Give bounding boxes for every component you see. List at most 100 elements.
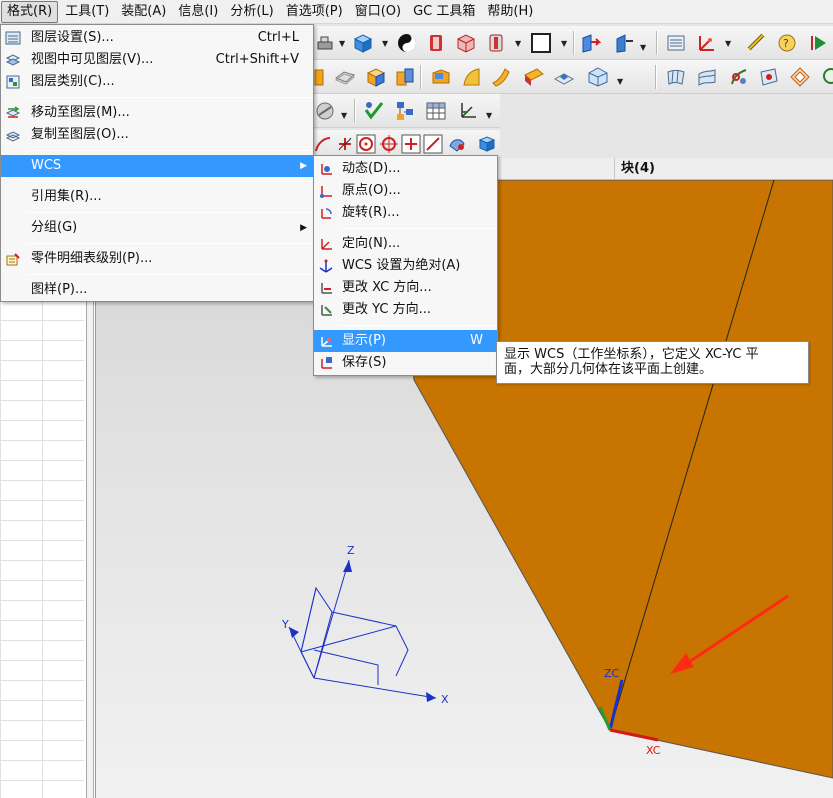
menu-item[interactable]: 零件明细表级别(P)... bbox=[1, 248, 313, 270]
intersection-snap-icon[interactable] bbox=[334, 133, 356, 155]
wcs-save-icon bbox=[318, 355, 334, 371]
dropdown-arrow-icon[interactable]: ▼ bbox=[339, 39, 345, 48]
menubar-item[interactable]: GC 工具箱 bbox=[408, 1, 480, 23]
menu-item[interactable]: 图层类别(C)... bbox=[1, 71, 313, 93]
assembly-constraint-icon[interactable] bbox=[613, 32, 635, 54]
point-snap-icon[interactable] bbox=[400, 133, 422, 155]
menubar-item[interactable]: 分析(L) bbox=[225, 1, 278, 23]
face-snap-icon[interactable] bbox=[446, 133, 468, 155]
menu-item[interactable]: 分组(G) ▶ bbox=[1, 217, 313, 239]
menu-separator bbox=[27, 243, 311, 244]
menubar-item[interactable]: 首选项(P) bbox=[281, 1, 348, 23]
render-solid-icon[interactable] bbox=[425, 32, 447, 54]
extrude-icon[interactable] bbox=[312, 66, 334, 88]
face-icon[interactable] bbox=[430, 66, 452, 88]
background-icon[interactable] bbox=[530, 32, 552, 54]
table-icon[interactable] bbox=[425, 100, 447, 122]
bounded-plane-icon[interactable] bbox=[523, 66, 545, 88]
surface-curve-icon[interactable] bbox=[460, 66, 482, 88]
snap-point-icon[interactable] bbox=[728, 66, 750, 88]
help-search-icon[interactable]: ? bbox=[776, 32, 798, 54]
menu-item[interactable]: 图层设置(S)... Ctrl+L bbox=[1, 27, 313, 49]
dropdown-arrow-icon[interactable]: ▼ bbox=[617, 77, 623, 86]
dropdown-arrow-icon[interactable]: ▼ bbox=[561, 39, 567, 48]
menubar-item[interactable]: 装配(A) bbox=[116, 1, 171, 23]
measure-icon[interactable] bbox=[746, 32, 768, 54]
menu-item[interactable]: 引用集(R)... bbox=[1, 186, 313, 208]
menu-item[interactable]: 视图中可见图层(V)... Ctrl+Shift+V bbox=[1, 49, 313, 71]
menu-item[interactable]: 定向(N)... bbox=[314, 233, 497, 255]
dropdown-arrow-icon[interactable]: ▼ bbox=[382, 39, 388, 48]
move-component-icon[interactable] bbox=[579, 32, 601, 54]
n-sided-surface-icon[interactable] bbox=[789, 66, 811, 88]
menu-item[interactable]: 显示(P) W bbox=[314, 330, 497, 352]
wcs-label-xc: XC bbox=[646, 744, 661, 757]
wcs-display-icon bbox=[318, 333, 334, 349]
part-navigator-header: 块(4) bbox=[498, 158, 833, 180]
format-menu: 图层设置(S)... Ctrl+L 视图中可见图层(V)... Ctrl+Shift+… bbox=[0, 24, 314, 302]
menu-item[interactable]: 图样(P)... bbox=[1, 279, 313, 301]
sew-icon[interactable] bbox=[587, 66, 609, 88]
navigator-column-blank[interactable] bbox=[498, 158, 614, 180]
layers-icon[interactable] bbox=[665, 32, 687, 54]
dropdown-arrow-icon[interactable]: ▼ bbox=[341, 111, 347, 120]
dropdown-arrow-icon[interactable]: ▼ bbox=[640, 43, 646, 52]
edit-section-icon[interactable] bbox=[314, 100, 336, 122]
menu-item[interactable]: 保存(S) bbox=[314, 352, 497, 374]
menubar-item[interactable]: 工具(T) bbox=[60, 1, 114, 23]
swept-surface-icon[interactable] bbox=[490, 66, 512, 88]
line-snap-icon[interactable] bbox=[422, 133, 444, 155]
trim-sheet-icon[interactable] bbox=[553, 66, 575, 88]
menu-separator bbox=[27, 212, 311, 213]
cube-wire-icon[interactable] bbox=[455, 32, 477, 54]
navigator-scrollbar[interactable] bbox=[86, 300, 94, 798]
shading-icon[interactable] bbox=[396, 32, 418, 54]
studio-surface-icon[interactable] bbox=[665, 66, 687, 88]
through-curves-icon[interactable] bbox=[696, 66, 718, 88]
resource-navigator-panel bbox=[0, 300, 96, 798]
block-icon[interactable] bbox=[352, 32, 374, 54]
menu-item[interactable]: 动态(D)... bbox=[314, 158, 497, 180]
quadrant-snap-icon[interactable] bbox=[378, 133, 400, 155]
curve-snap-icon[interactable] bbox=[312, 133, 334, 155]
shell-icon[interactable] bbox=[365, 66, 387, 88]
tooltip-line-2: 面，大部分几何体在该平面上创建。 bbox=[504, 362, 713, 377]
check-geometry-icon[interactable] bbox=[363, 100, 385, 122]
sketch-tool-icon[interactable] bbox=[314, 32, 336, 54]
menu-item[interactable]: 旋转(R)... bbox=[314, 202, 497, 224]
play-icon[interactable] bbox=[808, 32, 830, 54]
menubar-item[interactable]: 帮助(H) bbox=[482, 1, 538, 23]
menubar-item[interactable]: 信息(I) bbox=[173, 1, 223, 23]
body-snap-icon[interactable] bbox=[476, 133, 498, 155]
axis-label-z: Z bbox=[347, 544, 355, 557]
dropdown-arrow-icon[interactable]: ▼ bbox=[515, 39, 521, 48]
dropdown-arrow-icon[interactable]: ▼ bbox=[486, 111, 492, 120]
magnifier-icon[interactable] bbox=[819, 66, 833, 88]
dropdown-arrow-icon[interactable]: ▼ bbox=[725, 39, 731, 48]
menu-item[interactable]: WCS 设置为绝对(A) bbox=[314, 255, 497, 277]
menu-item[interactable]: 更改 XC 方向... bbox=[314, 277, 497, 299]
menu-item-label: 旋转(R)... bbox=[342, 205, 400, 220]
navigator-column-block[interactable]: 块(4) bbox=[614, 158, 833, 180]
svg-text:?: ? bbox=[783, 37, 789, 50]
datum-csys-icon[interactable] bbox=[696, 32, 718, 54]
assembly-navigator-icon[interactable] bbox=[394, 100, 416, 122]
menubar-item[interactable]: 格式(R) bbox=[1, 0, 59, 23]
menubar-item[interactable]: 窗口(O) bbox=[350, 1, 406, 23]
menu-item[interactable]: 移动至图层(M)... bbox=[1, 102, 313, 124]
nx-application: 格式(R) 工具(T) 装配(A) 信息(I) 分析(L) 首选项(P) 窗口(O) GC 工… bbox=[0, 0, 833, 798]
offset-surface-icon[interactable] bbox=[758, 66, 780, 88]
menu-item[interactable]: 更改 YC 方向... bbox=[314, 299, 497, 321]
menu-separator bbox=[340, 228, 495, 229]
menu-item-label: 更改 YC 方向... bbox=[342, 302, 431, 317]
parts-list-icon bbox=[5, 251, 21, 267]
menu-item[interactable]: 原点(O)... bbox=[314, 180, 497, 202]
center-snap-icon[interactable] bbox=[355, 133, 377, 155]
hidden-edges-icon[interactable] bbox=[485, 32, 507, 54]
menu-item[interactable]: WCS ▶ bbox=[1, 155, 313, 177]
blend-edge-icon[interactable] bbox=[394, 66, 416, 88]
coordinate-system-icon[interactable] bbox=[456, 100, 478, 122]
thicken-icon[interactable] bbox=[334, 66, 356, 88]
menu-item-label: 原点(O)... bbox=[342, 183, 401, 198]
menu-item[interactable]: 复制至图层(O)... bbox=[1, 124, 313, 146]
